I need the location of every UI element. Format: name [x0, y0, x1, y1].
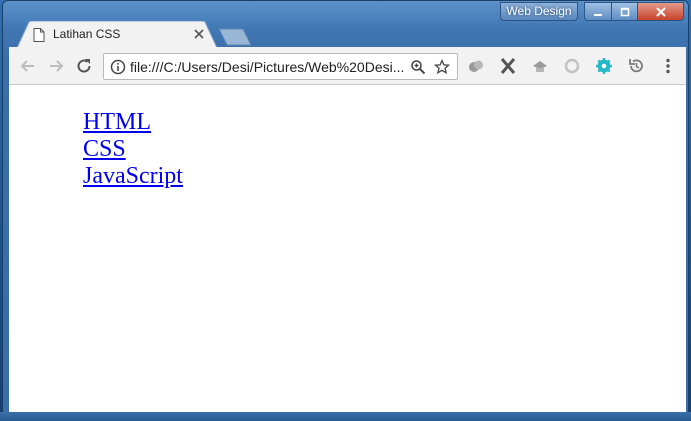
extension-refresh-icon[interactable] [563, 57, 581, 75]
title-bar: Web Design Latihan CSS [3, 1, 688, 48]
close-window-button[interactable] [638, 2, 684, 21]
reload-icon[interactable] [75, 57, 93, 75]
link-javascript[interactable]: JavaScript [83, 163, 183, 190]
minimize-icon [594, 13, 602, 16]
document-icon [33, 28, 45, 42]
tab-latihan-css[interactable]: Latihan CSS [17, 21, 217, 48]
url-text[interactable]: file:///C:/Users/Desi/Pictures/Web%20Des… [130, 59, 406, 75]
extension-gear-icon[interactable] [595, 57, 613, 75]
link-list: HTML CSS JavaScript [83, 109, 183, 190]
tab-title: Latihan CSS [53, 27, 121, 41]
profile-button[interactable]: Web Design [500, 2, 578, 21]
forward-icon[interactable] [47, 57, 65, 75]
bookmark-star-icon[interactable] [434, 59, 450, 75]
restore-icon [620, 7, 629, 16]
close-icon [655, 6, 666, 17]
maximize-button[interactable] [612, 2, 638, 21]
close-tab-icon[interactable] [193, 28, 205, 40]
extension-history-icon[interactable] [627, 57, 645, 75]
extension-cloud-icon[interactable] [467, 57, 485, 75]
zoom-icon[interactable] [410, 59, 426, 75]
extension-x-icon[interactable] [499, 57, 517, 75]
toolbar: file:///C:/Users/Desi/Pictures/Web%20Des… [9, 47, 686, 85]
new-tab-button[interactable] [217, 27, 253, 47]
browser-window: Web Design Latihan CSS file:///C:/Users/… [2, 0, 689, 419]
link-css[interactable]: CSS [83, 136, 183, 163]
page-content: HTML CSS JavaScript [9, 85, 686, 413]
extension-hat-icon[interactable] [531, 57, 549, 75]
address-bar[interactable]: file:///C:/Users/Desi/Pictures/Web%20Des… [103, 53, 458, 80]
link-html[interactable]: HTML [83, 109, 183, 136]
back-icon[interactable] [19, 57, 37, 75]
window-bottom-border [0, 412, 691, 421]
info-icon[interactable] [110, 59, 126, 75]
window-controls [584, 2, 684, 21]
minimize-button[interactable] [584, 2, 612, 21]
menu-icon[interactable] [659, 57, 677, 75]
